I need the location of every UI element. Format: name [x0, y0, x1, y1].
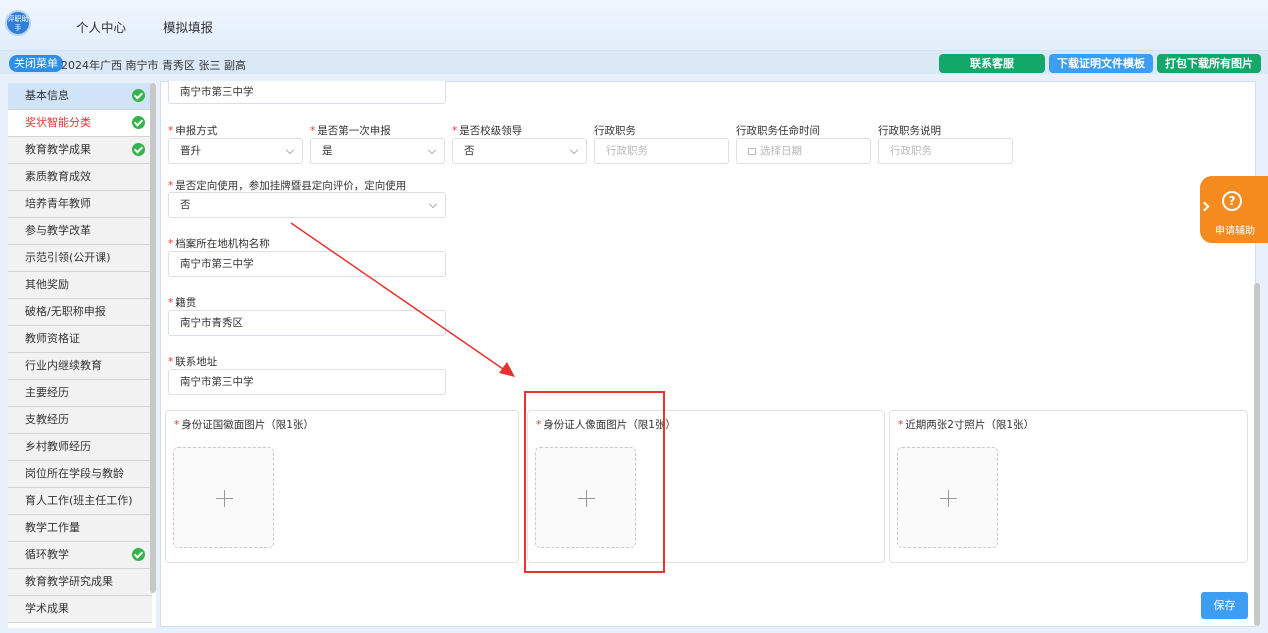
annotation-arrow-line: [290, 222, 507, 372]
chevron-right-icon: [1199, 201, 1210, 212]
save-button[interactable]: 保存: [1201, 592, 1248, 619]
assist-label: 申请辅助: [1215, 226, 1255, 237]
question-icon: ?: [1222, 191, 1242, 211]
apply-assist-button[interactable]: ? 申请辅助: [1199, 176, 1268, 243]
annotation-highlight-frame: [524, 391, 665, 573]
annotation-arrow-head: [499, 362, 515, 377]
